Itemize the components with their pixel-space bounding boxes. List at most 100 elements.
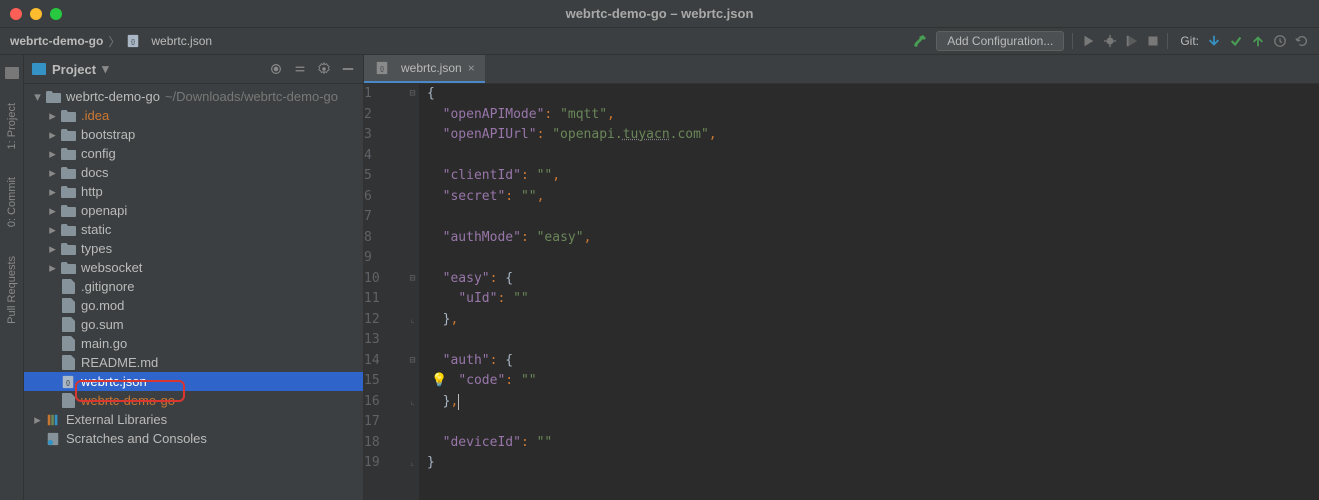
expand-all-icon[interactable] (293, 62, 307, 76)
code-line[interactable]: 💡 "code": "" (427, 371, 1311, 392)
hammer-icon[interactable] (912, 33, 928, 49)
code-line[interactable]: "deviceId": "" (427, 433, 1311, 454)
code-line[interactable]: "openAPIUrl": "openapi.tuyacn.com", (427, 125, 1311, 146)
chevron-icon: ▸ (45, 184, 60, 200)
tree-folder-.idea[interactable]: ▸.idea (24, 106, 363, 125)
tree-node-label: README.md (81, 355, 158, 370)
code-line[interactable]: } (427, 453, 1311, 474)
commit-tool-tab[interactable]: 0: Commit (6, 173, 18, 231)
window-title: webrtc-demo-go – webrtc.json (566, 6, 754, 21)
tree-folder-docs[interactable]: ▸docs (24, 163, 363, 182)
gear-icon[interactable] (317, 62, 331, 76)
tree-node-label: webrtc-demo-go (81, 393, 175, 408)
tree-file-main-go[interactable]: main.go (24, 334, 363, 353)
breadcrumb-project[interactable]: webrtc-demo-go (10, 34, 103, 48)
tree-file-webrtc-demo-go[interactable]: webrtc-demo-go (24, 391, 363, 410)
add-configuration-dropdown[interactable]: Add Configuration... (936, 31, 1064, 51)
intention-bulb-icon[interactable]: 💡 (431, 371, 447, 392)
code-line[interactable] (427, 330, 1311, 351)
tree-file-go-mod[interactable]: go.mod (24, 296, 363, 315)
tree-file--gitignore[interactable]: .gitignore (24, 277, 363, 296)
git-push-icon[interactable] (1251, 34, 1265, 48)
rollback-icon[interactable] (1295, 34, 1309, 48)
code-line[interactable] (427, 412, 1311, 433)
tree-file-go-sum[interactable]: go.sum (24, 315, 363, 334)
project-tool-tab[interactable]: 1: Project (6, 99, 18, 153)
git-commit-icon[interactable] (1229, 34, 1243, 48)
tree-node-label: types (81, 241, 112, 256)
chevron-down-icon[interactable]: ▾ (102, 61, 109, 77)
code-line[interactable]: "auth": { (427, 351, 1311, 372)
folder-icon (60, 147, 76, 160)
select-opened-icon[interactable] (269, 62, 283, 76)
close-icon[interactable] (10, 8, 22, 20)
tree-node-label: go.mod (81, 298, 124, 313)
project-pane-title[interactable]: Project (52, 62, 96, 77)
tree-node-label: webrtc-demo-go (66, 89, 160, 104)
tree-folder-http[interactable]: ▸http (24, 182, 363, 201)
tree-node-label: bootstrap (81, 127, 135, 142)
fold-gutter[interactable]: ⊟⊟⌞⊟⌞⌞ (406, 84, 419, 500)
breadcrumb-file[interactable]: webrtc.json (151, 34, 212, 48)
folder-icon (60, 185, 76, 198)
code-line[interactable]: }, (427, 392, 1311, 413)
git-update-icon[interactable] (1207, 34, 1221, 48)
tree-file-webrtc-json[interactable]: {}webrtc.json (24, 372, 363, 391)
code-line[interactable] (427, 207, 1311, 228)
project-toolwindow-icon[interactable] (5, 67, 19, 79)
code-line[interactable]: "clientId": "", (427, 166, 1311, 187)
editor-tab-webrtc-json[interactable]: {} webrtc.json × (364, 55, 485, 83)
hide-icon[interactable] (341, 62, 355, 76)
code-area[interactable]: { "openAPIMode": "mqtt", "openAPIUrl": "… (419, 84, 1319, 500)
code-line[interactable]: }, (427, 310, 1311, 331)
chevron-icon: ▸ (45, 146, 60, 162)
project-panel: Project ▾ ▾ webrtc-demo-go ~/Downloads/web… (24, 55, 364, 500)
json-icon: {} (125, 34, 141, 48)
tree-scratches[interactable]: Scratches and Consoles (24, 429, 363, 448)
project-tree[interactable]: ▾ webrtc-demo-go ~/Downloads/webrtc-demo-g… (24, 84, 363, 500)
tree-node-label: static (81, 222, 111, 237)
code-line[interactable] (427, 248, 1311, 269)
pull-requests-tool-tab[interactable]: Pull Requests (6, 252, 18, 328)
maximize-icon[interactable] (50, 8, 62, 20)
tab-label: webrtc.json (401, 61, 462, 75)
tree-folder-static[interactable]: ▸static (24, 220, 363, 239)
editor-body[interactable]: 12345678910111213141516171819 ⊟⊟⌞⊟⌞⌞ { "… (364, 84, 1319, 500)
code-line[interactable]: { (427, 84, 1311, 105)
coverage-icon[interactable] (1125, 34, 1139, 48)
tree-folder-bootstrap[interactable]: ▸bootstrap (24, 125, 363, 144)
code-line[interactable]: "uId": "" (427, 289, 1311, 310)
tree-folder-types[interactable]: ▸types (24, 239, 363, 258)
tree-file-README-md[interactable]: README.md (24, 353, 363, 372)
code-line[interactable]: "authMode": "easy", (427, 228, 1311, 249)
code-line[interactable] (427, 146, 1311, 167)
tree-node-label: .gitignore (81, 279, 134, 294)
stop-icon[interactable] (1147, 35, 1159, 47)
editor-panel: {} webrtc.json × 12345678910111213141516… (364, 55, 1319, 500)
folder-icon (60, 261, 76, 274)
json-icon: {} (60, 375, 76, 389)
run-icon[interactable] (1081, 34, 1095, 48)
file-icon (60, 299, 76, 313)
titlebar: webrtc-demo-go – webrtc.json (0, 0, 1319, 28)
separator (1167, 33, 1168, 49)
debug-icon[interactable] (1103, 34, 1117, 48)
minimize-icon[interactable] (30, 8, 42, 20)
tree-folder-websocket[interactable]: ▸websocket (24, 258, 363, 277)
code-line[interactable]: "secret": "", (427, 187, 1311, 208)
tree-root[interactable]: ▾ webrtc-demo-go ~/Downloads/webrtc-demo-g… (24, 87, 363, 106)
close-icon[interactable]: × (468, 61, 475, 75)
tree-folder-openapi[interactable]: ▸openapi (24, 201, 363, 220)
file-icon (60, 394, 76, 408)
toolbar: Add Configuration... Git: (912, 31, 1309, 51)
tree-external-libraries[interactable]: ▸External Libraries (24, 410, 363, 429)
tool-window-bar: 1: Project 0: Commit Pull Requests (0, 55, 24, 500)
chevron-icon: ▾ (30, 89, 45, 105)
folder-icon (60, 242, 76, 255)
history-icon[interactable] (1273, 34, 1287, 48)
breadcrumb: webrtc-demo-go 〉 {} webrtc.json (10, 33, 212, 50)
tree-node-path: ~/Downloads/webrtc-demo-go (165, 89, 338, 104)
code-line[interactable]: "easy": { (427, 269, 1311, 290)
tree-folder-config[interactable]: ▸config (24, 144, 363, 163)
code-line[interactable]: "openAPIMode": "mqtt", (427, 105, 1311, 126)
